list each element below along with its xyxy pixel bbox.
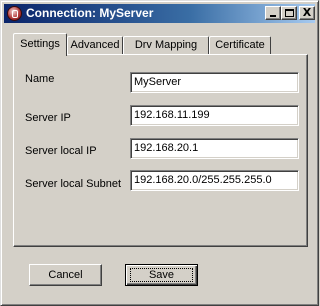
settings-panel: Name MyServer Server IP 192.168.11.199 S… bbox=[13, 54, 308, 247]
server-local-subnet-label: Server local Subnet bbox=[25, 178, 121, 190]
server-ip-field[interactable]: 192.168.11.199 bbox=[130, 105, 299, 126]
window-title: Connection: MyServer bbox=[26, 6, 154, 20]
minimize-icon bbox=[270, 15, 276, 17]
title-bar[interactable]: Connection: MyServer X bbox=[4, 4, 315, 23]
close-button[interactable]: X bbox=[299, 6, 315, 20]
server-local-ip-field[interactable]: 192.168.20.1 bbox=[130, 138, 299, 159]
connection-icon bbox=[7, 6, 22, 21]
server-ip-label: Server IP bbox=[25, 112, 71, 124]
connection-dialog: Connection: MyServer X Settings Advanced… bbox=[0, 0, 319, 306]
server-local-ip-label: Server local IP bbox=[25, 145, 97, 157]
maximize-button[interactable] bbox=[281, 6, 297, 20]
server-local-subnet-field[interactable]: 192.168.20.0/255.255.255.0 bbox=[130, 170, 299, 191]
name-label: Name bbox=[25, 73, 55, 85]
tab-settings[interactable]: Settings bbox=[13, 33, 67, 56]
maximize-icon bbox=[285, 9, 294, 17]
close-icon: X bbox=[302, 6, 312, 19]
cancel-button[interactable]: Cancel bbox=[29, 264, 102, 286]
minimize-button[interactable] bbox=[265, 6, 281, 20]
tab-drv-mapping[interactable]: Drv Mapping bbox=[123, 36, 209, 55]
save-button[interactable]: Save bbox=[125, 264, 198, 286]
tab-advanced[interactable]: Advanced bbox=[67, 36, 123, 55]
name-field[interactable]: MyServer bbox=[130, 72, 299, 93]
focus-ring bbox=[130, 268, 193, 282]
tab-certificate[interactable]: Certificate bbox=[209, 36, 271, 55]
